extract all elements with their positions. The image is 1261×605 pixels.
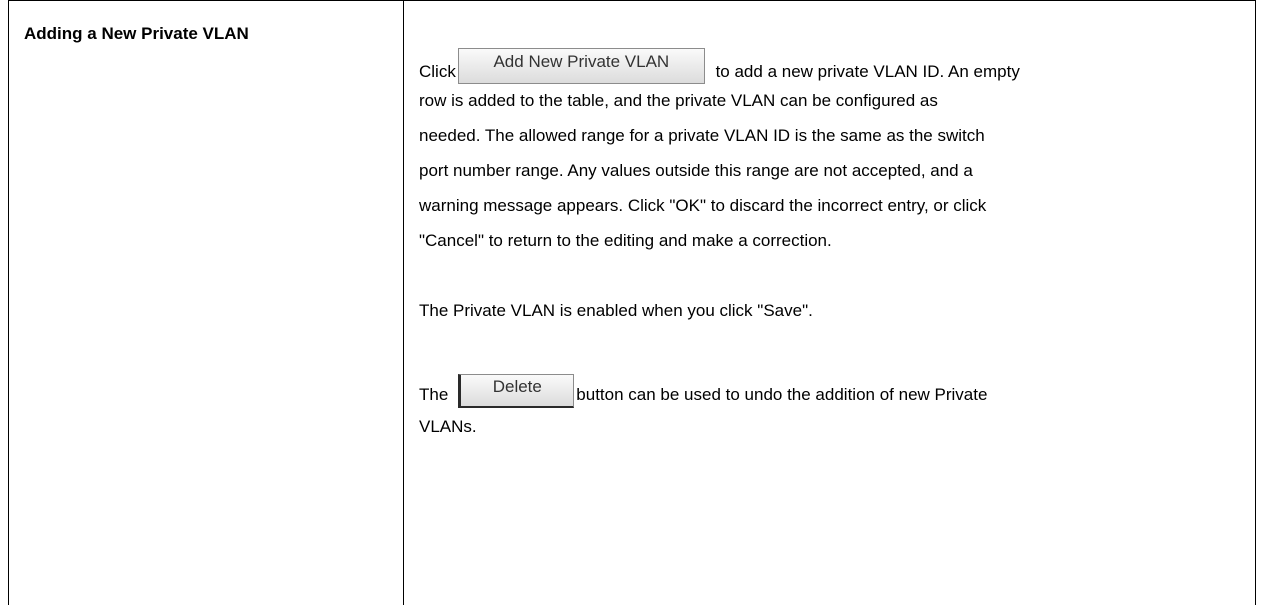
paragraph-2: The Private VLAN is enabled when you cli… [419,301,813,320]
click-text: Click [419,62,456,81]
table-border-left [8,0,9,605]
paragraph-3-after-button: button can be used to undo the addition … [576,385,988,404]
table-border-top [8,0,1256,1]
paragraph-3-last-line: VLANs. [419,417,477,436]
delete-button[interactable]: Delete [458,374,575,408]
paragraph-1-line: needed. The allowed range for a private … [419,126,985,145]
table-column-divider [403,0,404,605]
paragraph-1-line: "Cancel" to return to the editing and ma… [419,231,832,250]
table-border-right [1255,0,1256,605]
add-new-private-vlan-button[interactable]: Add New Private VLAN [457,48,705,84]
paragraph-3-first-line: The Delete button can be used to undo the … [419,374,1249,409]
paragraph-1-after-button: to add a new private VLAN ID. An empty [715,62,1020,81]
paragraph-1-line: row is added to the table, and the priva… [419,91,938,110]
section-heading: Adding a New Private VLAN [24,24,249,43]
paragraph-1-line: port number range. Any values outside th… [419,161,973,180]
description-cell: ClickAdd New Private VLAN to add a new p… [419,48,1249,444]
paragraph-1-first-line: ClickAdd New Private VLAN to add a new p… [419,48,1249,84]
the-text: The [419,385,449,404]
paragraph-1-line: warning message appears. Click "OK" to d… [419,196,987,215]
